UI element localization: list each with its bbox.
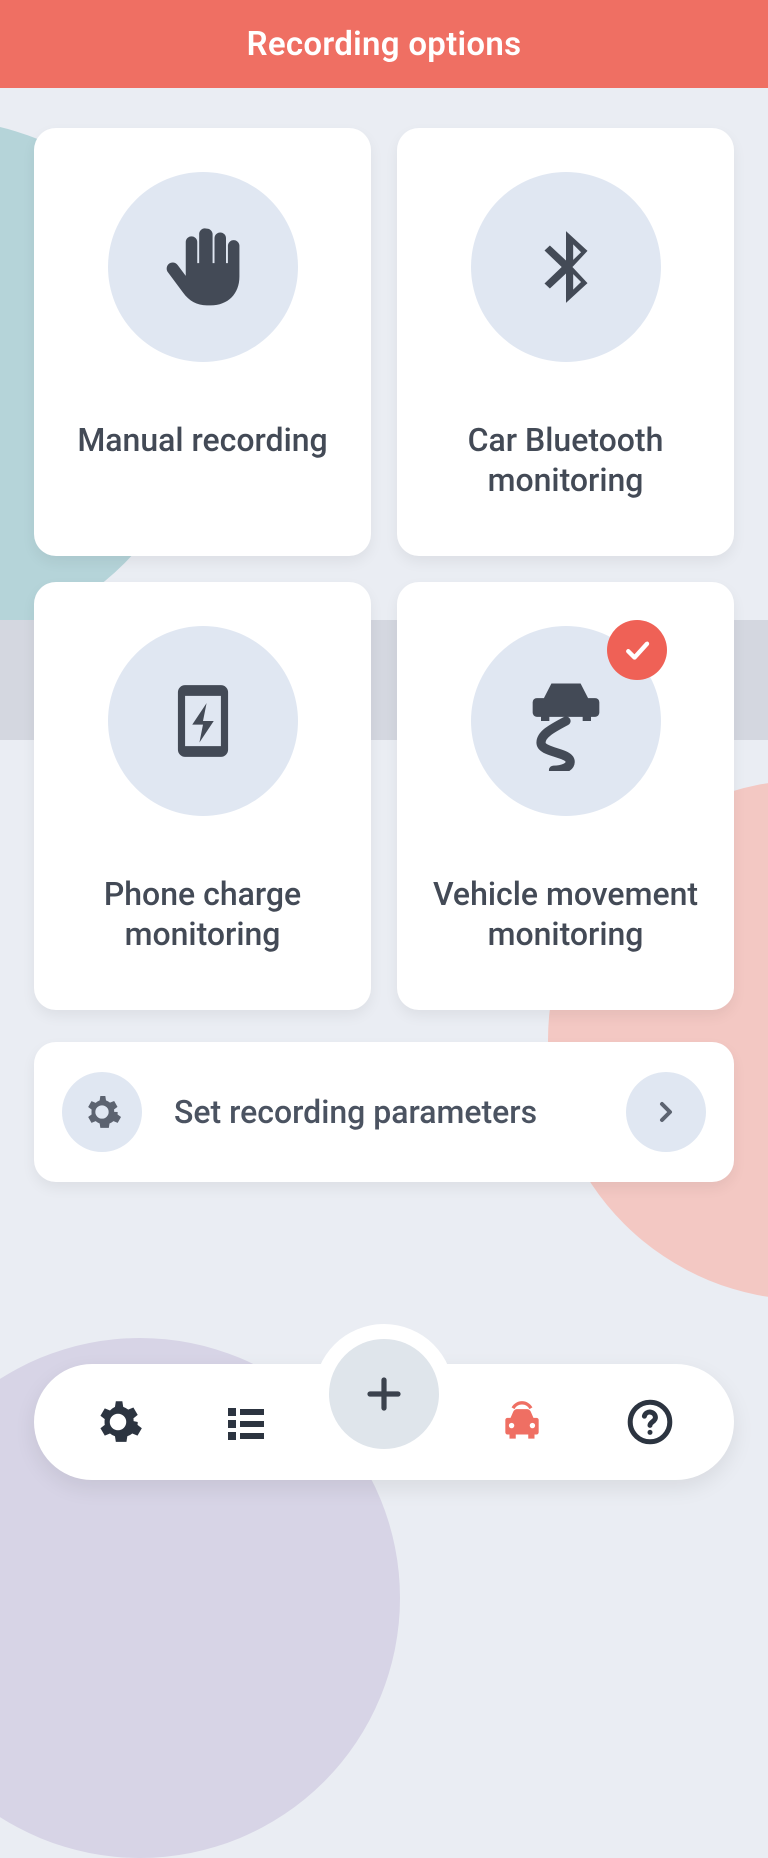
list-icon (222, 1398, 270, 1446)
option-card-movement[interactable]: Vehicle movement monitoring (397, 582, 734, 1010)
option-card-bluetooth[interactable]: Car Bluetooth monitoring (397, 128, 734, 556)
option-card-charge[interactable]: Phone charge monitoring (34, 582, 371, 1010)
help-icon (625, 1397, 675, 1447)
phone-charge-icon (108, 626, 298, 816)
plus-icon (360, 1370, 408, 1418)
gear-icon (92, 1396, 144, 1448)
check-icon (607, 620, 667, 680)
option-label: Vehicle movement monitoring (417, 874, 714, 954)
params-label: Set recording parameters (174, 1093, 594, 1131)
hand-icon (108, 172, 298, 362)
gear-icon (62, 1072, 142, 1152)
page-title: Recording options (0, 0, 768, 88)
nav-list[interactable] (201, 1377, 291, 1467)
chevron-right-icon (626, 1072, 706, 1152)
bottom-nav (34, 1364, 734, 1480)
nav-add-button[interactable] (329, 1339, 439, 1449)
option-label: Car Bluetooth monitoring (417, 420, 714, 500)
bluetooth-icon (471, 172, 661, 362)
option-card-manual[interactable]: Manual recording (34, 128, 371, 556)
set-recording-parameters[interactable]: Set recording parameters (34, 1042, 734, 1182)
option-label: Phone charge monitoring (54, 874, 351, 954)
nav-add-wrap (314, 1324, 454, 1464)
car-icon (497, 1397, 547, 1447)
nav-vehicle[interactable] (477, 1377, 567, 1467)
option-label: Manual recording (77, 420, 327, 460)
nav-settings[interactable] (73, 1377, 163, 1467)
nav-help[interactable] (605, 1377, 695, 1467)
vehicle-movement-icon (471, 626, 661, 816)
